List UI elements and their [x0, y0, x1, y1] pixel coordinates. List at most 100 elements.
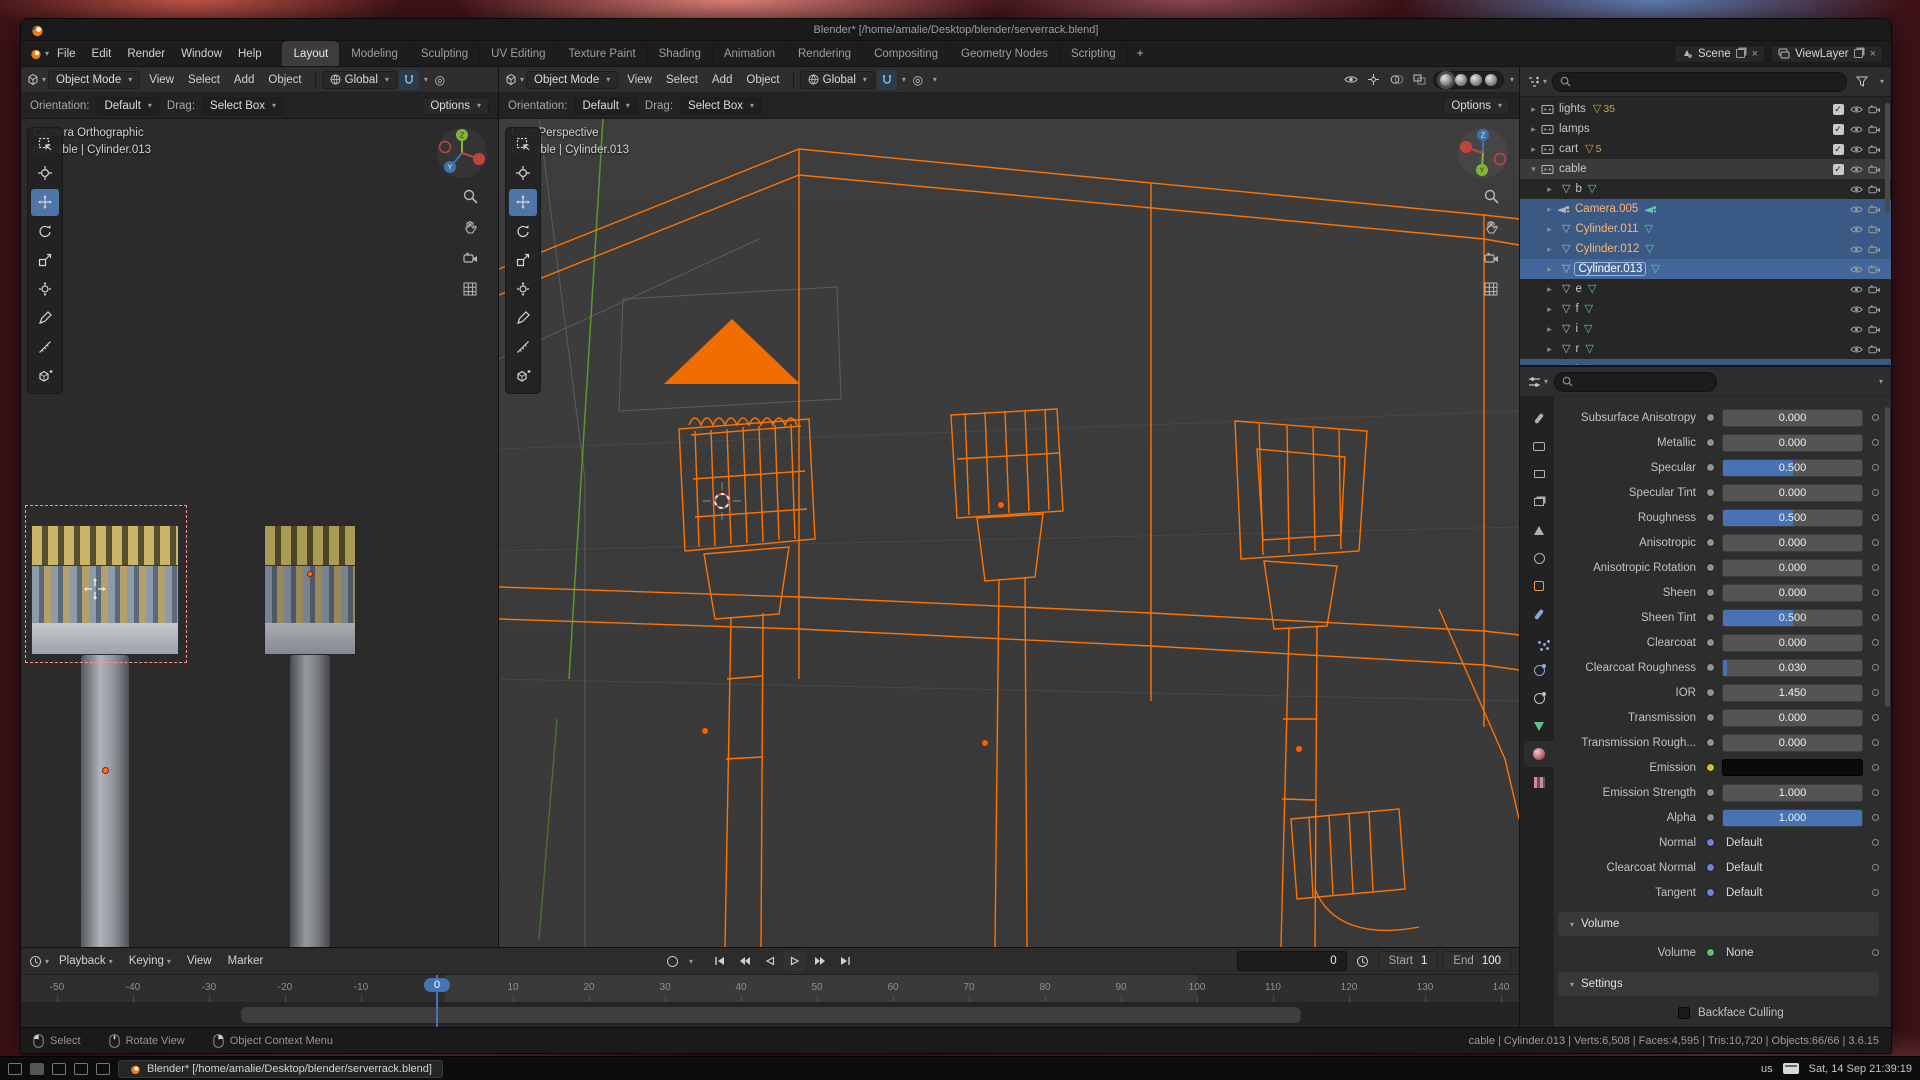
menu-select[interactable]: Select: [181, 72, 227, 88]
workspace-1-icon[interactable]: [30, 1063, 44, 1075]
options-dropdown[interactable]: Options▾: [1443, 97, 1510, 115]
value-slider[interactable]: 0.000: [1722, 409, 1863, 427]
keyframe-dot[interactable]: [1872, 764, 1879, 771]
collection-checkbox[interactable]: ✓: [1833, 164, 1844, 175]
expand-toggle-icon[interactable]: ▾: [1526, 164, 1541, 175]
axis-gizmo[interactable]: Z Y: [1457, 127, 1509, 182]
keyframe-dot[interactable]: [1872, 539, 1879, 546]
volume-section-header[interactable]: ▾Volume: [1558, 912, 1879, 936]
snap-magnet-icon[interactable]: [877, 70, 897, 90]
keyframe-dot[interactable]: [1872, 739, 1879, 746]
workspace-tab-modeling[interactable]: Modeling: [339, 41, 409, 66]
menu-render[interactable]: Render: [119, 46, 173, 62]
properties-tab-output[interactable]: [1524, 461, 1554, 487]
outliner-row-camera-005[interactable]: ▸Camera.005: [1520, 199, 1891, 219]
camera-view-icon[interactable]: [459, 247, 481, 269]
properties-tab-view-layer[interactable]: [1524, 489, 1554, 515]
properties-tab-material[interactable]: [1524, 741, 1554, 767]
workspace-tab-texture-paint[interactable]: Texture Paint: [557, 41, 647, 66]
annotate-tool[interactable]: [31, 305, 59, 332]
keyframe-dot[interactable]: [1872, 689, 1879, 696]
editor-type-icon[interactable]: ▾: [26, 70, 46, 90]
orthographic-grid-icon[interactable]: [459, 278, 481, 300]
expand-toggle-icon[interactable]: ▸: [1542, 264, 1557, 275]
orthographic-grid-icon[interactable]: [1480, 278, 1502, 300]
value-slider[interactable]: 0.000: [1722, 484, 1863, 502]
properties-tab-data[interactable]: [1524, 713, 1554, 739]
add-cube-tool[interactable]: [31, 363, 59, 390]
expand-toggle-icon[interactable]: ▸: [1542, 244, 1557, 255]
add-cube-tool[interactable]: [509, 363, 537, 390]
backface-culling-checkbox[interactable]: [1678, 1007, 1690, 1019]
camera-icon[interactable]: [1868, 364, 1881, 366]
workspace-tab-compositing[interactable]: Compositing: [862, 41, 949, 66]
mode-dropdown[interactable]: Object Mode▾: [526, 71, 618, 89]
next-keyframe-button[interactable]: [809, 951, 831, 971]
eye-icon[interactable]: [1850, 164, 1863, 175]
camera-icon[interactable]: [1868, 244, 1881, 255]
jump-to-end-button[interactable]: [834, 951, 856, 971]
properties-tab-constraints[interactable]: [1524, 685, 1554, 711]
transform-orientation-dropdown[interactable]: Global▾: [800, 71, 875, 89]
outliner-row-lights[interactable]: ▸lights▽35✓: [1520, 99, 1891, 119]
outliner-row-e[interactable]: ▸▽e▽: [1520, 279, 1891, 299]
outliner-row-cylinder-013[interactable]: ▸▽Cylinder.013▽: [1520, 259, 1891, 279]
workspace-tab-animation[interactable]: Animation: [712, 41, 786, 66]
perspective-view-canvas[interactable]: User Perspective (0) cable | Cylinder.01…: [499, 119, 1519, 947]
new-scene-icon[interactable]: [1736, 49, 1745, 58]
eye-icon[interactable]: [1850, 264, 1863, 275]
workspace-tab-layout[interactable]: Layout: [282, 41, 340, 66]
move-tool[interactable]: [31, 189, 59, 216]
titlebar[interactable]: Blender* [/home/amalie/Desktop/blender/s…: [21, 19, 1891, 41]
keyframe-dot[interactable]: [1872, 514, 1879, 521]
shading-material-icon[interactable]: [1470, 74, 1482, 86]
outliner-row-i[interactable]: ▸▽i▽: [1520, 319, 1891, 339]
rotate-tool[interactable]: [31, 218, 59, 245]
properties-tab-texture[interactable]: [1524, 769, 1554, 795]
menu-file[interactable]: File: [49, 46, 84, 62]
keyframe-dot[interactable]: [1872, 489, 1879, 496]
viewlayer-selector[interactable]: ViewLayer ×: [1771, 45, 1883, 63]
value-slider[interactable]: 1.450: [1722, 684, 1863, 702]
workspace-tab-geometry-nodes[interactable]: Geometry Nodes: [949, 41, 1059, 66]
pan-hand-icon[interactable]: [1480, 216, 1502, 238]
expand-toggle-icon[interactable]: ▸: [1542, 324, 1557, 335]
menu-edit[interactable]: Edit: [84, 46, 120, 62]
timeline-ruler[interactable]: 0 -50-40-30-20-1001020304050607080901001…: [21, 975, 1519, 1003]
scene-selector[interactable]: Scene ×: [1674, 45, 1765, 63]
scrollbar-thumb[interactable]: [241, 1007, 1301, 1023]
terminal-icon[interactable]: [96, 1063, 110, 1075]
zoom-icon[interactable]: [1480, 185, 1502, 207]
outliner-row-lamps[interactable]: ▸lamps✓: [1520, 119, 1891, 139]
value-slider[interactable]: 1.000: [1722, 784, 1863, 802]
show-desktop-icon[interactable]: [8, 1063, 22, 1075]
menu-select[interactable]: Select: [659, 72, 705, 88]
drag-mode-dropdown[interactable]: Select Box▾: [202, 97, 284, 115]
blender-menu-icon[interactable]: ▾: [29, 44, 49, 64]
select-box-tool[interactable]: [31, 131, 59, 158]
properties-tab-world[interactable]: [1524, 545, 1554, 571]
outliner-editor-icon[interactable]: ▾: [1527, 72, 1547, 92]
keyframe-dot[interactable]: [1872, 839, 1879, 846]
play-button[interactable]: [784, 951, 806, 971]
outliner-row-f[interactable]: ▸▽f▽: [1520, 299, 1891, 319]
expand-toggle-icon[interactable]: ▸: [1526, 124, 1541, 135]
properties-tab-particles[interactable]: [1524, 629, 1554, 655]
gizmos-toggle-icon[interactable]: [1364, 70, 1384, 90]
settings-section-header[interactable]: ▾Settings: [1558, 972, 1879, 996]
rotate-tool[interactable]: [509, 218, 537, 245]
scale-tool[interactable]: [31, 247, 59, 274]
timeline-menu-playback[interactable]: Playback▾: [51, 953, 121, 969]
collection-checkbox[interactable]: ✓: [1833, 124, 1844, 135]
menu-add[interactable]: Add: [227, 72, 261, 88]
snap-magnet-icon[interactable]: [399, 70, 419, 90]
outliner-row-r[interactable]: ▸▽r▽: [1520, 339, 1891, 359]
keyframe-dot[interactable]: [1872, 949, 1879, 956]
outliner-search-input[interactable]: [1552, 72, 1847, 92]
cable-connector-2[interactable]: [264, 525, 356, 655]
keyframe-dot[interactable]: [1872, 439, 1879, 446]
add-workspace-button[interactable]: +: [1127, 41, 1153, 66]
tool-orientation-dropdown[interactable]: Default▾: [96, 97, 159, 115]
properties-tab-modifiers[interactable]: [1524, 601, 1554, 627]
value-slider[interactable]: 0.000: [1722, 734, 1863, 752]
